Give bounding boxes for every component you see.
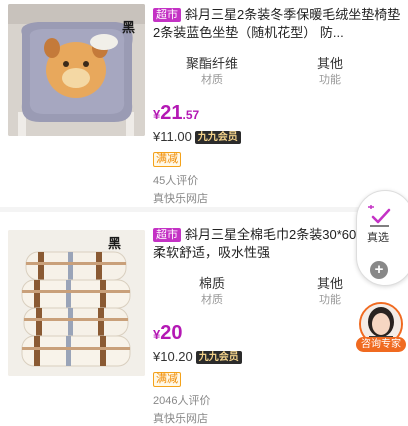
select-float-button[interactable]: 真选 + <box>356 190 408 286</box>
attribute-material: 棉质 材质 <box>153 276 271 308</box>
product-attributes: 聚酯纤维 材质 其他 功能 <box>153 56 389 88</box>
advisor-label: 咨询专家 <box>356 337 406 352</box>
towel-image: 黑 <box>8 230 145 376</box>
product-title-text: 斜月三星全棉毛巾2条装30*60cm 白 柔软舒适，吸水性强 <box>153 227 391 260</box>
product-title-text: 斜月三星2条装冬季保暖毛绒坐垫椅垫2条装蓝色坐垫（随机花型） 防... <box>153 7 401 40</box>
price-integer: 21 <box>160 102 183 124</box>
consult-expert-button[interactable]: 咨询专家 <box>356 302 406 354</box>
product-price: ¥21.57 <box>153 102 403 126</box>
attribute-key: 材质 <box>201 74 223 86</box>
cushion-image: 黑 <box>8 4 145 136</box>
brand-logo: 黑 <box>122 21 135 36</box>
price-decimal: .57 <box>182 108 200 122</box>
shop-name[interactable]: 真快乐网店 <box>153 412 403 426</box>
product-title[interactable]: 超市 斜月三星2条装冬季保暖毛绒坐垫椅垫2条装蓝色坐垫（随机花型） 防... <box>153 6 403 42</box>
plus-icon[interactable]: + <box>370 261 388 279</box>
product-attributes: 棉质 材质 其他 功能 <box>153 276 389 308</box>
member-badge: 九九会员 <box>195 350 242 364</box>
product-image[interactable]: 黑 <box>8 4 145 136</box>
review-count[interactable]: 2046人评价 <box>153 394 403 408</box>
member-badge: 九九会员 <box>194 130 241 144</box>
brand-logo: 黑 <box>108 237 121 252</box>
attribute-value: 其他 <box>316 56 343 71</box>
product-image[interactable]: 黑 <box>8 230 145 376</box>
attribute-value: 聚酯纤维 <box>185 56 238 71</box>
promo-tag: 满减 <box>153 372 181 387</box>
supermarket-tag: 超市 <box>153 8 181 22</box>
attribute-function: 其他 功能 <box>271 56 389 88</box>
attribute-value: 棉质 <box>198 276 225 291</box>
member-price: ¥10.20 <box>153 349 193 364</box>
checklist-icon <box>368 205 391 227</box>
attribute-material: 聚酯纤维 材质 <box>153 56 271 88</box>
product-card[interactable]: 黑 超市 斜月三星2条装冬季保暖毛绒坐垫椅垫2条装蓝色坐垫（随机花型） 防... … <box>0 0 408 208</box>
attribute-key: 材质 <box>201 294 223 306</box>
review-count[interactable]: 45人评价 <box>153 174 403 188</box>
member-price-row: ¥11.00 九九会员 <box>153 128 403 146</box>
price-integer: 20 <box>160 322 183 344</box>
select-label: 真选 <box>367 232 389 244</box>
product-card[interactable]: 黑 超市 斜月三星全棉毛巾2条装30*60cm 白 柔软舒适，吸水性强 棉质 材质… <box>0 212 408 426</box>
attribute-key: 功能 <box>319 74 341 86</box>
promo-tag: 满减 <box>153 152 181 167</box>
supermarket-tag: 超市 <box>153 228 181 242</box>
member-price: ¥11.00 <box>153 129 192 144</box>
